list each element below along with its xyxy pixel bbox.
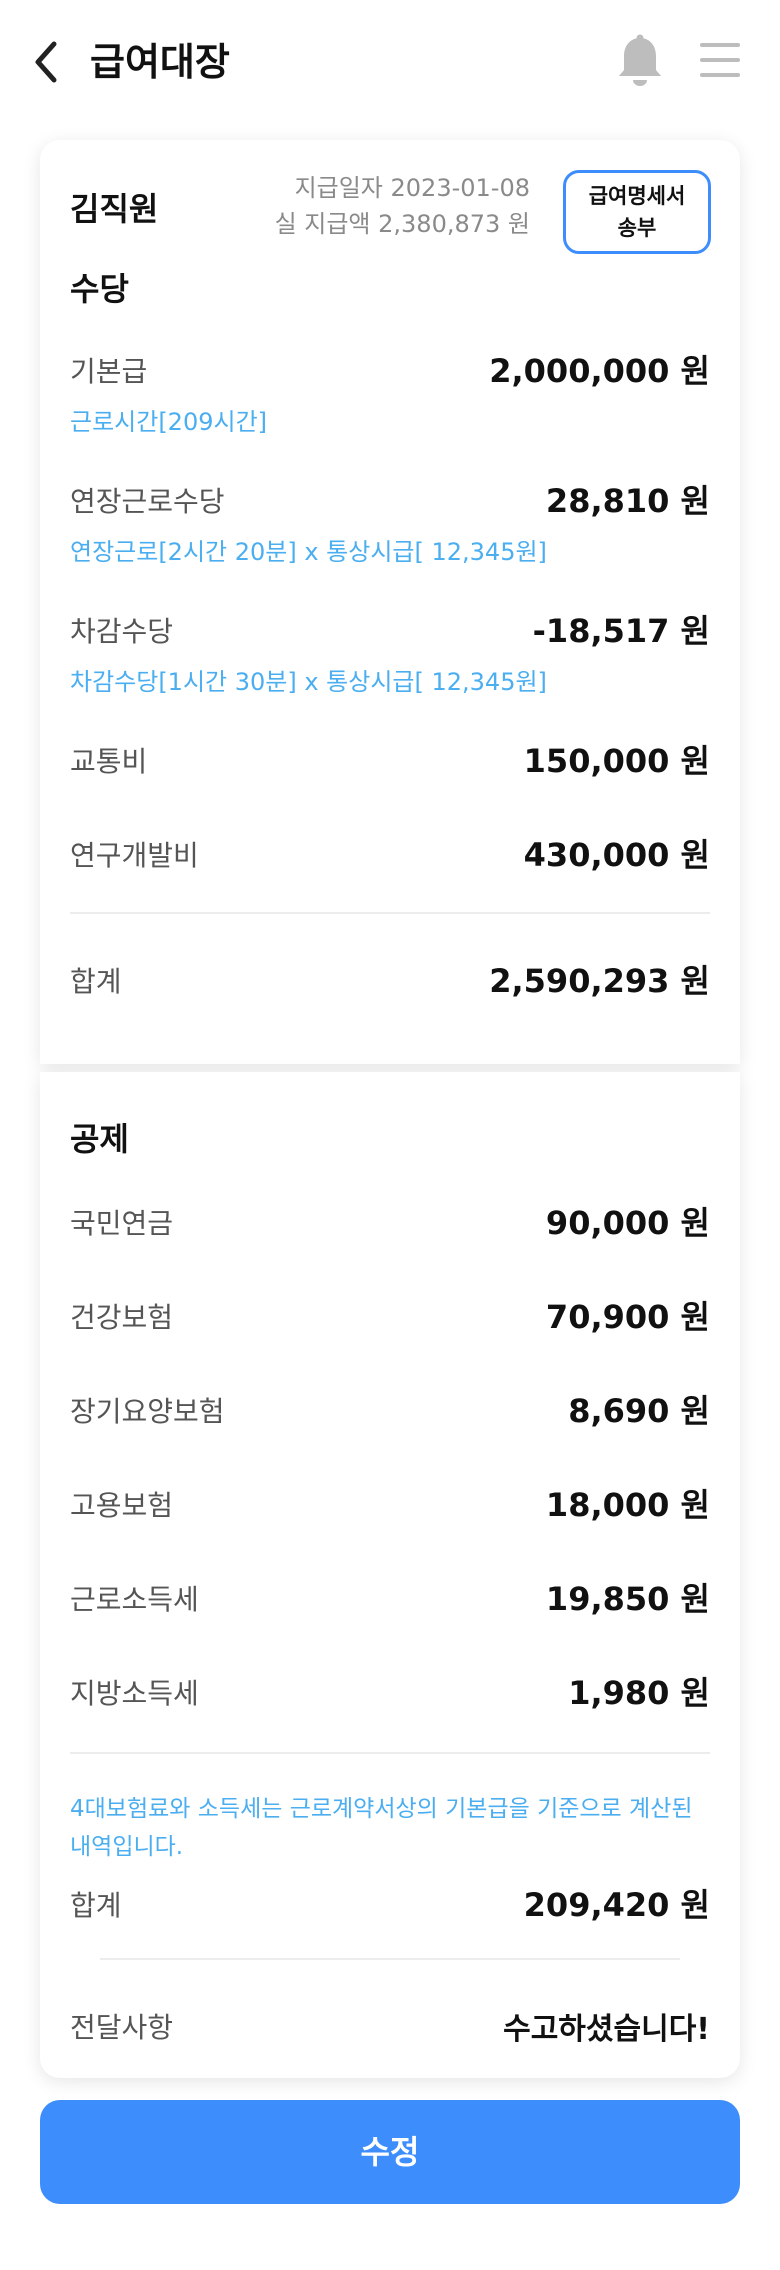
total-label: 합계 (70, 965, 122, 998)
deduction-card: 공제 국민연금 90,000 원 건강보험 70,900 원 장기요양보험 8,… (40, 1072, 740, 2078)
allowance-amount: 28,810 원 (545, 482, 710, 520)
deduction-label: 고용보험 (70, 1489, 174, 1522)
deduction-amount: 8,690 원 (568, 1392, 710, 1430)
total-label: 합계 (70, 1889, 122, 1922)
allowance-section-title: 수당 (70, 270, 129, 308)
allowance-detail: 근로시간[209시간] (70, 408, 268, 436)
deduction-amount: 18,000 원 (545, 1486, 710, 1524)
tax-notice: 4대보험료와 소득세는 근로계약서상의 기본급을 기준으로 계산된 내역입니다. (70, 1796, 693, 1860)
deduction-label: 지방소득세 (70, 1677, 199, 1710)
pay-summary: 지급일자 2023-01-08 실 지급액 2,380,873 원 (275, 170, 530, 242)
allowance-label: 기본급 (70, 355, 148, 388)
edit-button[interactable]: 수정 (40, 2100, 740, 2204)
allowance-amount: 2,000,000 원 (489, 352, 710, 390)
deduction-label: 근로소득세 (70, 1583, 199, 1616)
deduction-label: 건강보험 (70, 1301, 174, 1334)
allowance-amount: 150,000 원 (523, 742, 710, 780)
employee-name: 김직원 (70, 190, 159, 228)
deduction-label: 국민연금 (70, 1207, 174, 1240)
allowance-detail: 연장근로[2시간 20분] x 통상시급[ 12,345원] (70, 538, 547, 566)
app-header: 급여대장 (0, 0, 780, 124)
send-payslip-label-line1: 급여명세서 (588, 184, 686, 208)
allowance-card: 김직원 지급일자 2023-01-08 실 지급액 2,380,873 원 급여… (40, 140, 740, 1064)
allowance-label: 연장근로수당 (70, 485, 225, 518)
chevron-left-icon[interactable] (28, 38, 68, 86)
allowance-label: 교통비 (70, 745, 148, 778)
deduction-amount: 90,000 원 (545, 1204, 710, 1242)
allowance-detail: 차감수당[1시간 30분] x 통상시급[ 12,345원] (70, 668, 547, 696)
deduction-amount: 70,900 원 (545, 1298, 710, 1336)
message-text: 수고하셨습니다! (503, 2012, 710, 2047)
bell-icon[interactable] (616, 34, 664, 88)
net-pay: 실 지급액 2,380,873 원 (274, 210, 530, 238)
message-label: 전달사항 (70, 2011, 174, 2044)
allowance-label: 연구개발비 (70, 839, 199, 872)
deduction-section-title: 공제 (70, 1120, 129, 1158)
deduction-amount: 19,850 원 (545, 1580, 710, 1618)
pay-date: 지급일자 2023-01-08 (294, 174, 530, 202)
allowance-amount: 430,000 원 (523, 836, 710, 874)
divider (100, 1958, 680, 1960)
send-payslip-label-line2: 송부 (617, 216, 657, 240)
divider (70, 1752, 710, 1754)
allowance-amount: -18,517 원 (532, 612, 710, 650)
deduction-amount: 1,980 원 (568, 1674, 710, 1712)
divider (70, 912, 710, 914)
hamburger-menu-icon[interactable] (698, 40, 742, 80)
deduction-label: 장기요양보험 (70, 1395, 225, 1428)
total-amount: 209,420 원 (523, 1886, 710, 1924)
allowance-label: 차감수당 (70, 615, 174, 648)
total-amount: 2,590,293 원 (489, 962, 710, 1000)
send-payslip-button[interactable]: 급여명세서 송부 (563, 170, 711, 254)
page-title: 급여대장 (90, 40, 230, 84)
